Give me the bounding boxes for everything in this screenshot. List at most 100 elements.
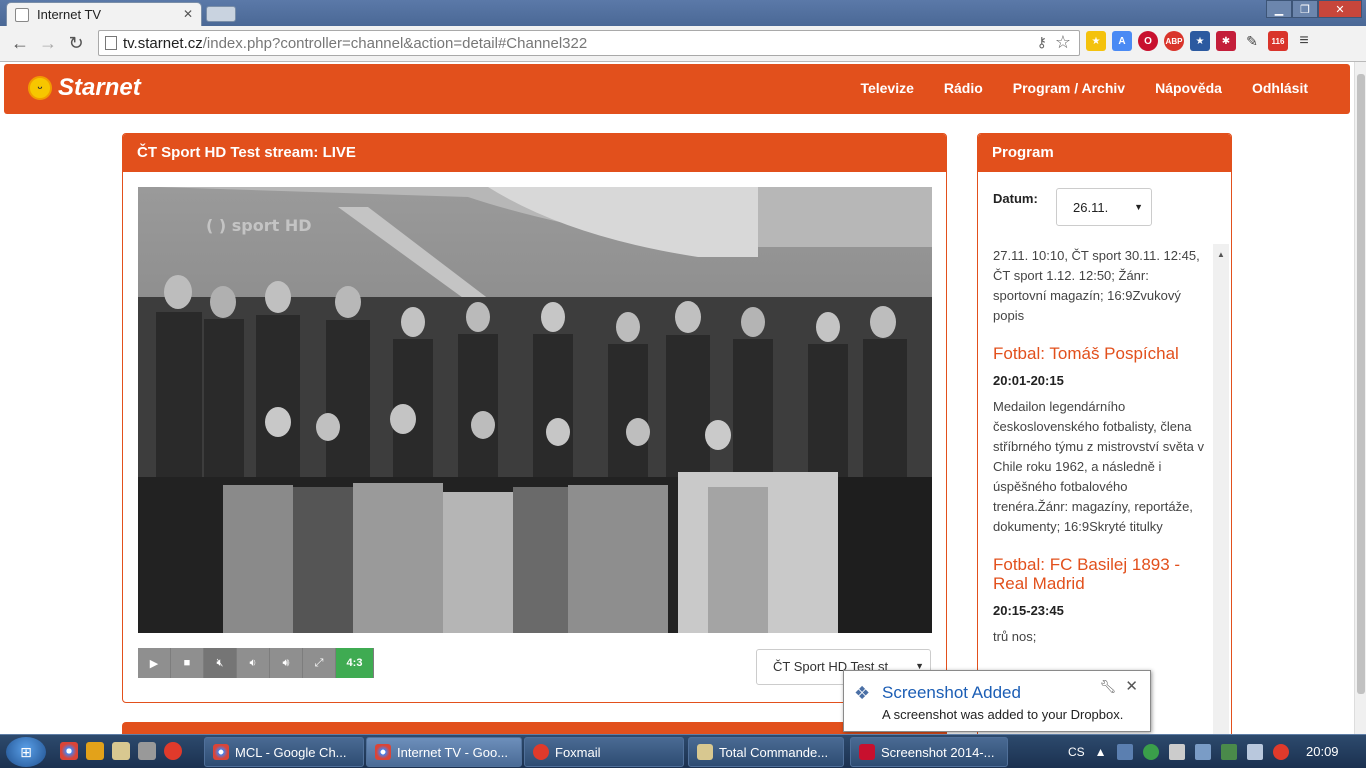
- chrome-icon[interactable]: [60, 742, 78, 760]
- brand-name: Starnet: [58, 74, 141, 101]
- extension-icons: ★ A O ABP ★ ✱ ✎ 116 ≡: [1086, 31, 1314, 51]
- bookmark-star-icon[interactable]: ☆: [1055, 32, 1071, 53]
- video-player[interactable]: ( ) sport HD: [138, 187, 932, 633]
- restore-icon[interactable]: ❐: [1292, 0, 1318, 18]
- foxmail-tray-icon[interactable]: [1272, 744, 1289, 760]
- scroll-up-icon[interactable]: ▲: [1213, 250, 1229, 259]
- fullscreen-icon[interactable]: ⤢: [303, 648, 336, 678]
- chrome-icon: [213, 744, 229, 760]
- brightness-icon[interactable]: [1168, 744, 1185, 760]
- task-internet-tv[interactable]: Internet TV - Goo...: [366, 737, 522, 767]
- website: ᵕ Starnet Televize Rádio Program / Archi…: [0, 62, 1354, 734]
- aspect-ratio-button[interactable]: 4:3: [336, 648, 374, 678]
- crown-app-icon[interactable]: [86, 742, 104, 760]
- mail-badge-icon[interactable]: 116: [1268, 31, 1288, 51]
- window-controls: ▁ ❐ ✕: [1266, 0, 1362, 18]
- browser-tab-internet-tv[interactable]: Internet TV ✕: [6, 2, 202, 26]
- tab-title: Internet TV: [37, 7, 102, 22]
- nav-televize[interactable]: Televize: [860, 80, 913, 96]
- notepad-icon[interactable]: [112, 742, 130, 760]
- task-label: Total Commande...: [719, 744, 829, 760]
- task-foxmail[interactable]: Foxmail: [524, 737, 684, 767]
- wrench-icon[interactable]: 🔧︎: [1099, 679, 1116, 695]
- program-intro-text: 27.11. 10:10, ČT sport 30.11. 12:45, ČT …: [993, 248, 1200, 323]
- system-tray: CS ▲: [1068, 735, 1289, 768]
- program-scrollbar[interactable]: ▲: [1213, 244, 1229, 734]
- notification-title: Screenshot Added: [882, 683, 1021, 702]
- stop-icon[interactable]: ■: [171, 648, 204, 678]
- forward-arrow-icon[interactable]: →: [36, 31, 60, 55]
- program-item-time: 20:01-20:15: [993, 373, 1064, 388]
- star-extension-icon[interactable]: ★: [1190, 31, 1210, 51]
- reload-icon[interactable]: ↻: [64, 31, 88, 55]
- language-indicator[interactable]: CS: [1068, 745, 1085, 759]
- volume-up-icon[interactable]: 🔊︎: [270, 648, 303, 678]
- start-button[interactable]: ⊞: [6, 737, 46, 767]
- chrome-icon: [375, 744, 391, 760]
- foxmail-icon: [533, 744, 549, 760]
- program-list: 27.11. 10:10, ČT sport 30.11. 12:45, ČT …: [993, 246, 1205, 647]
- tray-expand-icon[interactable]: ▲: [1095, 745, 1107, 759]
- date-select[interactable]: 26.11. ▼: [1056, 188, 1152, 226]
- screenshot-app-icon: [859, 744, 875, 760]
- new-tab-button[interactable]: [206, 6, 236, 22]
- task-screenshot[interactable]: Screenshot 2014-...: [850, 737, 1008, 767]
- monitor-icon[interactable]: [1194, 744, 1211, 760]
- back-arrow-icon[interactable]: ←: [8, 31, 32, 55]
- tab-close-icon[interactable]: ✕: [183, 7, 193, 21]
- task-total-commander[interactable]: Total Commande...: [688, 737, 844, 767]
- key-icon[interactable]: ⚷: [1037, 34, 1047, 51]
- nav-odhlasit[interactable]: Odhlásit: [1252, 80, 1308, 96]
- program-title: Program: [978, 134, 1231, 172]
- volume-icon[interactable]: [1246, 744, 1263, 760]
- program-item-title[interactable]: Fotbal: Tomáš Pospíchal: [993, 344, 1205, 363]
- mute-icon[interactable]: 🔇︎: [204, 648, 237, 678]
- nav-napoveda[interactable]: Nápověda: [1155, 80, 1222, 96]
- quick-launch: [60, 742, 182, 760]
- program-panel: Program Datum: 26.11. ▼ 27.11. 10:10, ČT…: [977, 133, 1232, 734]
- site-header: ᵕ Starnet Televize Rádio Program / Archi…: [4, 64, 1350, 114]
- player-title: ČT Sport HD Test stream: LIVE: [123, 134, 946, 172]
- translate-icon[interactable]: A: [1112, 31, 1132, 51]
- next-panel-header: [122, 722, 947, 734]
- lastpass-icon[interactable]: ✱: [1216, 31, 1236, 51]
- page-icon: [105, 36, 117, 50]
- app-icon[interactable]: [138, 742, 156, 760]
- browser-tab-strip: Internet TV ✕ ▁ ❐ ✕: [0, 0, 1366, 26]
- browser-toolbar: ← → ↻ tv.starnet.cz/index.php?controller…: [0, 26, 1366, 62]
- address-bar[interactable]: tv.starnet.cz/index.php?controller=chann…: [98, 30, 1080, 56]
- minimize-icon[interactable]: ▁: [1266, 0, 1292, 18]
- opera-extension-icon[interactable]: O: [1138, 31, 1158, 51]
- program-item-desc: Medailon legendárního československého f…: [993, 399, 1204, 534]
- url-path: /index.php?controller=channel&action=det…: [202, 34, 588, 52]
- signal-icon[interactable]: [1220, 744, 1237, 760]
- network-tray-icon[interactable]: [1142, 744, 1159, 760]
- volume-down-icon[interactable]: 🔉︎: [237, 648, 270, 678]
- dropbox-icon: ❖: [854, 683, 871, 703]
- dropbox-notification[interactable]: ❖ Screenshot Added A screenshot was adde…: [843, 670, 1151, 732]
- main-menu: Televize Rádio Program / Archiv Nápověda…: [860, 80, 1308, 96]
- play-icon[interactable]: ▶: [138, 648, 171, 678]
- program-item-title[interactable]: Fotbal: FC Basilej 1893 - Real Madrid: [993, 555, 1205, 593]
- player-panel: ČT Sport HD Test stream: LIVE () sport …: [122, 133, 947, 703]
- clock[interactable]: 20:09: [1306, 744, 1339, 759]
- task-mcl-google-chrome[interactable]: MCL - Google Ch...: [204, 737, 364, 767]
- program-item-desc: trů nos;: [993, 629, 1037, 644]
- task-label: MCL - Google Ch...: [235, 744, 347, 760]
- notification-message: A screenshot was added to your Dropbox.: [882, 707, 1124, 722]
- adblock-icon[interactable]: ABP: [1164, 31, 1184, 51]
- window-close-icon[interactable]: ✕: [1318, 0, 1362, 18]
- scrollbar-thumb[interactable]: [1357, 74, 1365, 694]
- page-icon: [15, 7, 29, 22]
- pen-icon[interactable]: ✎: [1242, 31, 1262, 51]
- nav-radio[interactable]: Rádio: [944, 80, 983, 96]
- bookmark-extension-icon[interactable]: ★: [1086, 31, 1106, 51]
- starnet-logo[interactable]: ᵕ Starnet: [28, 74, 141, 102]
- menu-icon[interactable]: ≡: [1294, 31, 1314, 51]
- notification-close-icon[interactable]: ✕: [1125, 677, 1138, 695]
- foxmail-icon[interactable]: [164, 742, 182, 760]
- player-controls: ▶ ■ 🔇︎ 🔉︎ 🔊︎ ⤢ 4:3: [138, 648, 374, 678]
- dropbox-tray-icon[interactable]: [1116, 744, 1133, 760]
- page-scrollbar[interactable]: [1354, 62, 1366, 734]
- nav-program-archiv[interactable]: Program / Archiv: [1013, 80, 1125, 96]
